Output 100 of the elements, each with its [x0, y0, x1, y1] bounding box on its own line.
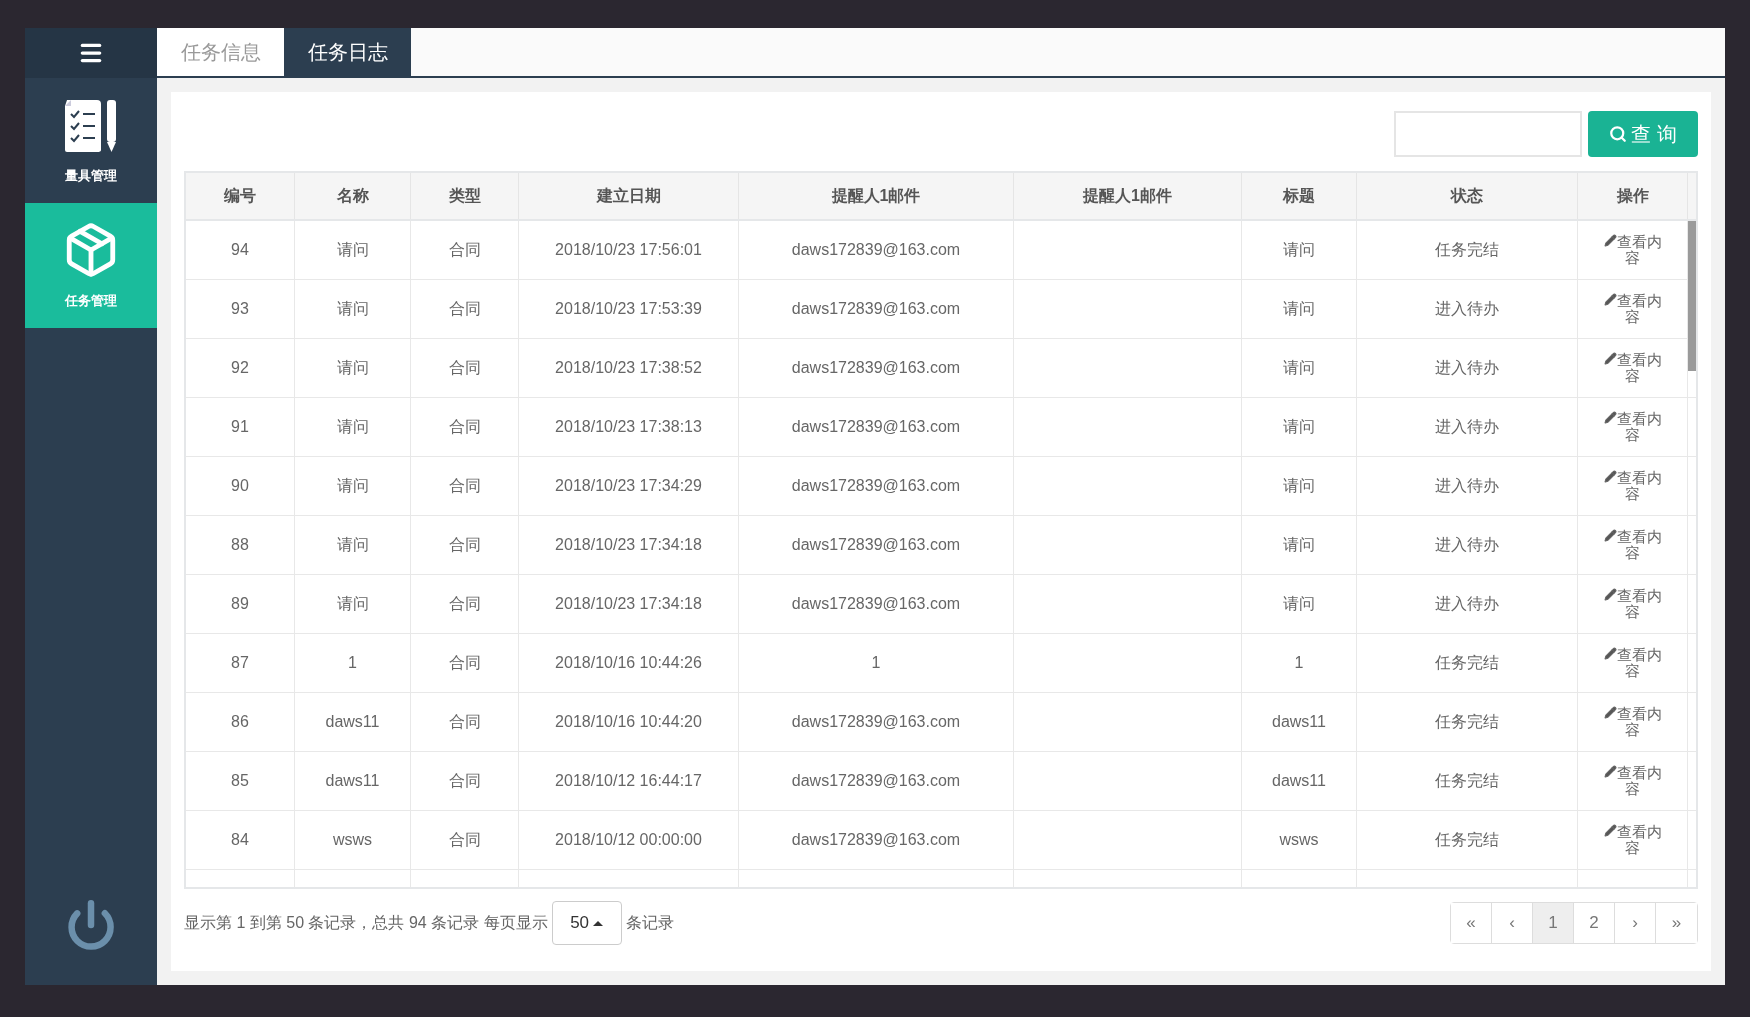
view-content-link[interactable]: 查看内容 [1599, 234, 1666, 266]
view-content-link[interactable]: 查看内容 [1599, 470, 1666, 502]
table-cell-text: 合同 [448, 830, 481, 850]
table-cell-text: 请问 [1283, 594, 1315, 614]
table-cell-text: daws172839@163.com [791, 830, 961, 850]
column-header: 名称 [295, 173, 411, 219]
table-cell-text: 85 [231, 771, 249, 791]
pencil-icon [1603, 234, 1617, 247]
pencil-icon [1603, 647, 1617, 660]
table-cell-text: 2018/10/23 17:34:18 [555, 594, 702, 614]
column-header: 编号 [186, 173, 295, 219]
table-cell-text: 合同 [448, 653, 481, 673]
table-cell-text: daws172839@163.com [791, 476, 961, 496]
table-cell-text: 合同 [448, 358, 481, 378]
table-cell-text: 合同 [448, 594, 481, 614]
table-cell-text: 任务完结 [1435, 240, 1499, 260]
table-cell-text: daws172839@163.com [791, 535, 961, 555]
table-cell-text: 任务完结 [1435, 712, 1499, 732]
table-cell-text: 请问 [1283, 299, 1315, 319]
view-content-link[interactable]: 查看内容 [1599, 293, 1666, 325]
table-cell-text: 任务完结 [1435, 830, 1499, 850]
table-cell-text: daws172839@163.com [791, 299, 961, 319]
table-cell-text: 进入待办 [1435, 358, 1499, 378]
view-content-link[interactable]: 查看内容 [1599, 588, 1666, 620]
table-cell-text: 84 [231, 830, 249, 850]
table-cell-text: 合同 [448, 712, 481, 732]
pencil-icon [1603, 470, 1617, 483]
table-cell-text: daws172839@163.com [791, 358, 961, 378]
page-size-dropdown[interactable]: 50 [551, 901, 622, 945]
table-cell-text: 合同 [448, 299, 481, 319]
scrollbar-thumb[interactable] [1688, 221, 1696, 371]
table-cell-text: 请问 [336, 417, 369, 437]
view-content-link[interactable]: 查看内容 [1599, 529, 1666, 561]
table-cell-text: 合同 [448, 771, 481, 791]
table-cell-text: 2018/10/16 10:44:26 [555, 653, 702, 673]
table-cell-text: daws11 [1272, 712, 1326, 732]
table-cell-text: 请问 [1283, 535, 1315, 555]
table-cell-text: 92 [231, 358, 249, 378]
search-field[interactable] [1394, 111, 1582, 157]
table-cell-text: 进入待办 [1435, 594, 1499, 614]
table-cell-text: 请问 [336, 535, 369, 555]
page-button[interactable]: 1 [1533, 903, 1574, 943]
table-cell-text: daws172839@163.com [791, 594, 961, 614]
search-icon [1609, 125, 1628, 143]
tab[interactable]: 任务日志 [284, 28, 411, 76]
table-cell-text: 87 [231, 653, 249, 673]
table-cell-text: 89 [231, 594, 249, 614]
table-cell-text: daws11 [325, 771, 380, 791]
pencil-icon [1603, 529, 1617, 542]
table-cell-text: 请问 [336, 476, 369, 496]
table-cell-text: wsws [1279, 830, 1319, 850]
table-cell-text: 1 [1294, 653, 1304, 673]
column-header: 操作 [1578, 173, 1688, 219]
column-header: 状态 [1357, 173, 1578, 219]
records-suffix: 条记录 [625, 913, 674, 933]
table-cell-text: 请问 [336, 358, 369, 378]
column-header: 提醒人1邮件 [739, 173, 1014, 219]
table-cell-text: 进入待办 [1435, 299, 1499, 319]
view-content-link[interactable]: 查看内容 [1599, 765, 1666, 797]
table-cell-text: 1 [348, 653, 357, 673]
view-content-link[interactable]: 查看内容 [1599, 706, 1666, 738]
column-header: 类型 [411, 173, 519, 219]
table-cell-text: 合同 [448, 476, 481, 496]
table-cell-text: 请问 [336, 594, 369, 614]
table-cell-text: 进入待办 [1435, 476, 1499, 496]
caret-icon [593, 920, 604, 926]
table-cell-text: 请问 [1283, 240, 1315, 260]
table-cell-text: 2018/10/16 10:44:20 [555, 712, 702, 732]
view-content-link[interactable]: 查看内容 [1599, 824, 1666, 856]
view-content-link[interactable]: 查看内容 [1599, 647, 1666, 679]
table-cell-text: 2018/10/23 17:56:01 [555, 240, 702, 260]
table-cell-text: 91 [231, 417, 249, 437]
table-cell-text: 2018/10/12 16:44:17 [555, 771, 702, 791]
table-cell-text: 2018/10/12 00:00:00 [555, 830, 702, 850]
page-button[interactable]: « [1451, 903, 1492, 943]
table-cell-text: daws11 [1272, 771, 1326, 791]
table-cell-text: 86 [231, 712, 249, 732]
table-cell-text: 请问 [1283, 417, 1315, 437]
pencil-icon [1603, 293, 1617, 306]
table-cell-text: 1 [871, 653, 881, 673]
table-cell-text: 93 [231, 299, 249, 319]
menu-button[interactable] [25, 28, 157, 78]
table-cell-text: daws172839@163.com [791, 417, 961, 437]
table-cell-text: 90 [231, 476, 249, 496]
table-cell-text: 请问 [336, 299, 369, 319]
view-content-link[interactable]: 查看内容 [1599, 352, 1666, 384]
power-icon[interactable] [65, 899, 117, 951]
pencil-icon [1603, 411, 1617, 424]
pencil-icon [1603, 765, 1617, 778]
column-header: 标题 [1242, 173, 1357, 219]
column-header: 提醒人1邮件 [1014, 173, 1242, 219]
table-cell-text: 2018/10/23 17:38:52 [555, 358, 702, 378]
view-content-link[interactable]: 查看内容 [1599, 411, 1666, 443]
table-cell-text: 进入待办 [1435, 535, 1499, 555]
table-cell-text: 88 [231, 535, 249, 555]
records-summary: 显示第 1 到第 50 条记录，总共 94 条记录 每页显示 [184, 913, 548, 933]
table-cell-text: 合同 [448, 535, 481, 555]
table-cell-text: 合同 [448, 417, 481, 437]
pencil-icon [1603, 824, 1617, 837]
table-cell-text: 请问 [336, 240, 369, 260]
